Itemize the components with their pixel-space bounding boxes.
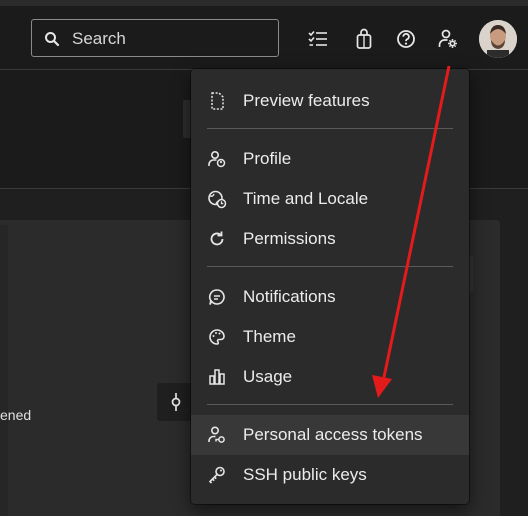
annotation-arrow — [372, 65, 451, 398]
page: Search ened Preview features Profile Tim… — [0, 0, 528, 516]
